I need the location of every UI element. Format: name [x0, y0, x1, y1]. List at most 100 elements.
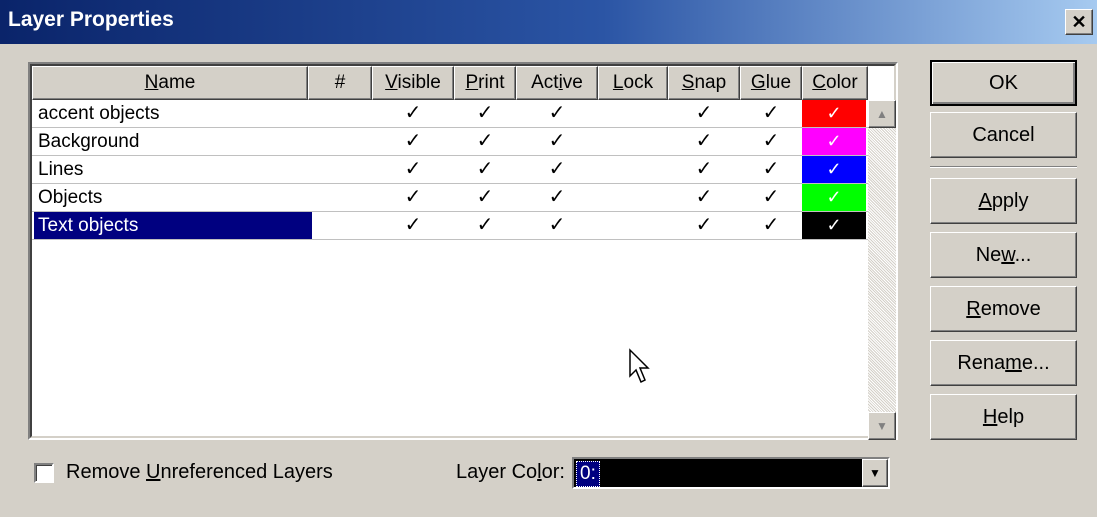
remove-button[interactable]: Remove: [930, 286, 1077, 332]
vertical-scrollbar[interactable]: ▲ ▼: [868, 100, 896, 440]
checkmark-icon: ✓: [404, 158, 422, 180]
rename-button[interactable]: Rename...: [930, 340, 1077, 386]
arrow-up-icon: ▲: [876, 107, 888, 121]
checkmark-icon: ✓: [695, 158, 713, 180]
layer-visible-cell[interactable]: ✓: [372, 156, 454, 183]
column-header-glue[interactable]: Glue: [740, 66, 802, 100]
column-header-name[interactable]: Name: [32, 66, 308, 100]
dialog-title: Layer Properties: [8, 8, 174, 31]
layer-print-cell[interactable]: ✓: [454, 184, 516, 211]
layer-glue-cell[interactable]: ✓: [740, 100, 802, 127]
column-header-glue-label: Glue: [750, 72, 792, 93]
layer-color-swatch[interactable]: ✓: [802, 184, 866, 211]
layer-snap-cell[interactable]: ✓: [668, 128, 740, 155]
checkmark-icon: ✓: [548, 158, 566, 180]
checkmark-icon: ✓: [404, 130, 422, 152]
layer-snap-cell[interactable]: ✓: [668, 100, 740, 127]
layer-lock-cell[interactable]: [598, 100, 668, 127]
cancel-button[interactable]: Cancel: [930, 112, 1077, 158]
column-header-number-label: #: [334, 72, 346, 93]
layer-visible-cell[interactable]: ✓: [372, 128, 454, 155]
arrow-down-icon: ▼: [876, 419, 888, 433]
checkmark-icon: ✓: [826, 215, 842, 235]
column-header-print[interactable]: Print: [454, 66, 516, 100]
column-header-active[interactable]: Active: [516, 66, 598, 100]
help-button[interactable]: Help: [930, 394, 1077, 440]
remove-unreferenced-checkbox[interactable]: [34, 463, 54, 483]
checkmark-icon: ✓: [695, 214, 713, 236]
layer-active-cell[interactable]: ✓: [516, 184, 598, 211]
layer-color-dropdown-button[interactable]: ▼: [862, 459, 888, 487]
checkmark-icon: ✓: [826, 159, 842, 179]
scroll-down-button[interactable]: ▼: [868, 412, 896, 440]
layer-lock-cell[interactable]: [598, 128, 668, 155]
column-header-color-label: Color: [812, 72, 858, 93]
layer-color-swatch[interactable]: ✓: [802, 212, 866, 239]
button-separator: [930, 166, 1077, 168]
checkmark-icon: ✓: [548, 102, 566, 124]
checkmark-icon: ✓: [548, 130, 566, 152]
checkmark-icon: ✓: [548, 214, 566, 236]
close-button[interactable]: ✕: [1065, 9, 1093, 35]
column-header-snap[interactable]: Snap: [668, 66, 740, 100]
checkmark-icon: ✓: [548, 186, 566, 208]
layer-glue-cell[interactable]: ✓: [740, 156, 802, 183]
scroll-up-button[interactable]: ▲: [868, 100, 896, 128]
remove-unreferenced-label[interactable]: Remove Unreferenced Layers: [66, 461, 333, 484]
column-header-lock[interactable]: Lock: [598, 66, 668, 100]
column-header-visible[interactable]: Visible: [372, 66, 454, 100]
layer-glue-cell[interactable]: ✓: [740, 184, 802, 211]
checkmark-icon: ✓: [404, 214, 422, 236]
column-header-color[interactable]: Color: [802, 66, 868, 100]
layer-name: Lines: [38, 159, 84, 180]
mouse-pointer-icon: [629, 348, 650, 384]
layer-active-cell[interactable]: ✓: [516, 156, 598, 183]
layer-snap-cell[interactable]: ✓: [668, 184, 740, 211]
layer-visible-cell[interactable]: ✓: [372, 184, 454, 211]
layer-properties-dialog: Layer Properties ✕ Name # Visible Print …: [0, 0, 1097, 517]
layer-color-select[interactable]: 0: ▼: [572, 457, 890, 489]
new-button-label: New...: [975, 243, 1032, 266]
layer-active-cell[interactable]: ✓: [516, 128, 598, 155]
checkmark-icon: ✓: [476, 102, 494, 124]
layer-color-swatch[interactable]: ✓: [802, 128, 866, 155]
new-button[interactable]: New...: [930, 232, 1077, 278]
layer-name: Objects: [38, 187, 103, 208]
apply-button[interactable]: Apply: [930, 178, 1077, 224]
layer-color-swatch[interactable]: ✓: [802, 156, 866, 183]
layer-lock-cell[interactable]: [598, 212, 668, 239]
checkmark-icon: ✓: [695, 186, 713, 208]
layer-snap-cell[interactable]: ✓: [668, 156, 740, 183]
layer-row[interactable]: Background ✓ ✓ ✓ ✓ ✓ ✓: [32, 128, 868, 156]
layer-row[interactable]: Text objects ✓ ✓ ✓ ✓ ✓ ✓: [32, 212, 868, 240]
layer-print-cell[interactable]: ✓: [454, 128, 516, 155]
ok-button-label: OK: [989, 71, 1018, 94]
layer-visible-cell[interactable]: ✓: [372, 212, 454, 239]
checkmark-icon: ✓: [695, 130, 713, 152]
layer-active-cell[interactable]: ✓: [516, 100, 598, 127]
layer-lock-cell[interactable]: [598, 184, 668, 211]
layer-print-cell[interactable]: ✓: [454, 212, 516, 239]
cancel-button-label: Cancel: [972, 123, 1035, 146]
layer-active-cell[interactable]: ✓: [516, 212, 598, 239]
title-bar[interactable]: Layer Properties ✕: [0, 0, 1097, 44]
checkmark-icon: ✓: [762, 186, 780, 208]
column-header-number[interactable]: #: [308, 66, 372, 100]
ok-button[interactable]: OK: [930, 60, 1077, 106]
layer-glue-cell[interactable]: ✓: [740, 128, 802, 155]
layer-row[interactable]: Lines ✓ ✓ ✓ ✓ ✓ ✓: [32, 156, 868, 184]
layer-row[interactable]: Objects ✓ ✓ ✓ ✓ ✓ ✓: [32, 184, 868, 212]
layer-color-label: Layer Color:: [456, 461, 565, 483]
layer-visible-cell[interactable]: ✓: [372, 100, 454, 127]
column-header-active-label: Active: [531, 72, 583, 93]
layer-print-cell[interactable]: ✓: [454, 100, 516, 127]
layer-row[interactable]: accent objects ✓ ✓ ✓ ✓ ✓ ✓: [32, 100, 868, 128]
layer-print-cell[interactable]: ✓: [454, 156, 516, 183]
column-header-lock-label: Lock: [612, 72, 654, 93]
help-button-label: Help: [982, 405, 1025, 428]
layer-glue-cell[interactable]: ✓: [740, 212, 802, 239]
layer-snap-cell[interactable]: ✓: [668, 212, 740, 239]
layer-list-panel: Name # Visible Print Active Lock Snap Gl…: [28, 62, 898, 440]
layer-lock-cell[interactable]: [598, 156, 668, 183]
layer-color-swatch[interactable]: ✓: [802, 100, 866, 127]
